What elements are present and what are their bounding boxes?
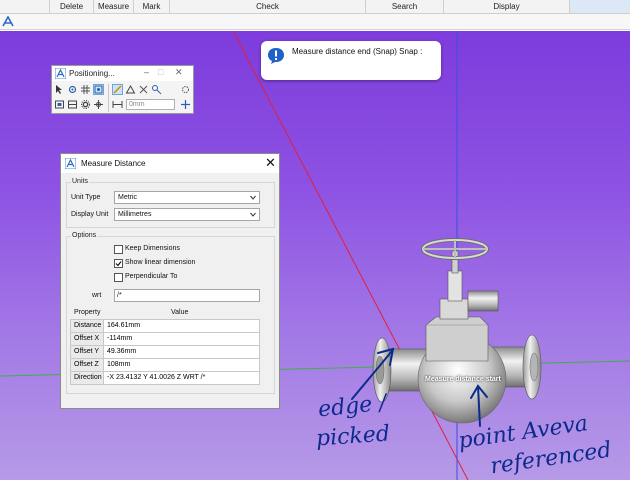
measure-start-label: Measure distance start bbox=[425, 376, 501, 383]
cell-property: Offset X bbox=[71, 333, 104, 345]
ribbon: Delete Measure Mark Check Search Display bbox=[0, 0, 630, 14]
snap-point-icon[interactable] bbox=[67, 84, 78, 95]
handwriting-picked: picked bbox=[315, 421, 391, 452]
checkmark-icon bbox=[115, 261, 122, 267]
positioning-titlebar[interactable]: Positioning... – □ ✕ bbox=[52, 66, 193, 81]
display-unit-select[interactable]: Millimetres bbox=[114, 208, 260, 221]
positioning-title: Positioning... bbox=[69, 69, 115, 78]
units-group-title: Units bbox=[71, 178, 89, 185]
cell-value: 108mm bbox=[107, 361, 131, 368]
minimize-icon[interactable]: – bbox=[144, 67, 149, 77]
measure-distance-titlebar[interactable]: Measure Distance ✕ bbox=[61, 154, 279, 173]
table-header: Property Value bbox=[70, 308, 260, 319]
intersect-snap-icon[interactable] bbox=[138, 84, 149, 95]
ribbon-group-mark[interactable]: Mark bbox=[134, 0, 170, 13]
ribbon-group-measure[interactable]: Measure bbox=[94, 0, 134, 13]
maximize-icon[interactable]: □ bbox=[158, 67, 163, 77]
cell-value: 164.61mm bbox=[107, 322, 141, 329]
table-row[interactable]: Direction -X 23.4132 Y 41.0026 Z WRT /* bbox=[70, 372, 260, 385]
dialog-title: Measure Distance bbox=[81, 159, 146, 168]
snap-mode-icon bbox=[94, 85, 103, 94]
cell-value: -X 23.4132 Y 41.0026 Z WRT /* bbox=[107, 374, 206, 381]
perpendicular-checkbox[interactable] bbox=[114, 273, 123, 282]
settings-snap-icon[interactable] bbox=[180, 84, 191, 95]
ribbon-group-search[interactable]: Search bbox=[366, 0, 444, 13]
options-group-title: Options bbox=[71, 232, 98, 239]
table-row[interactable]: Distance 164.61mm bbox=[70, 320, 260, 333]
cell-value: 49.36mm bbox=[107, 348, 137, 355]
positioning-toolbar: Positioning... – □ ✕ 0mm bbox=[51, 65, 194, 114]
toolbar-separator bbox=[108, 84, 109, 112]
snap-prompt-text: Measure distance end (Snap) Snap : bbox=[292, 47, 423, 56]
plane-icon[interactable] bbox=[54, 99, 65, 110]
grid-snap-icon[interactable] bbox=[80, 84, 91, 95]
quick-access-bar bbox=[0, 14, 630, 30]
header-value: Value bbox=[171, 309, 189, 316]
edge-snap-icon bbox=[113, 85, 122, 94]
pick-cursor-icon[interactable] bbox=[54, 84, 65, 95]
wrt-label: wrt bbox=[92, 292, 102, 299]
display-unit-value: Millimetres bbox=[118, 211, 152, 218]
table-row[interactable]: Offset X -114mm bbox=[70, 333, 260, 346]
gear-icon[interactable] bbox=[80, 99, 91, 110]
close-icon[interactable]: ✕ bbox=[175, 67, 183, 78]
app-logo-icon bbox=[55, 68, 66, 79]
unit-type-value: Metric bbox=[118, 194, 138, 201]
perpendicular-label: Perpendicular To bbox=[125, 273, 178, 280]
header-property: Property bbox=[74, 309, 101, 316]
element-snap-icon[interactable] bbox=[151, 84, 162, 95]
table-row[interactable]: Offset Y 49.36mm bbox=[70, 346, 260, 359]
app-logo-icon[interactable] bbox=[2, 16, 14, 27]
ribbon-group-display[interactable]: Display bbox=[444, 0, 570, 13]
triangle-snap-icon[interactable] bbox=[125, 84, 136, 95]
ribbon-group-delete[interactable] bbox=[0, 0, 50, 13]
ribbon-group-delete-label[interactable]: Delete bbox=[50, 0, 94, 13]
crosshair-icon[interactable] bbox=[93, 99, 104, 110]
ribbon-group-check[interactable]: Check bbox=[170, 0, 366, 13]
info-icon bbox=[268, 48, 284, 64]
chevron-down-icon bbox=[250, 195, 256, 200]
display-unit-label: Display Unit bbox=[71, 211, 109, 218]
cell-value: -114mm bbox=[107, 335, 133, 342]
chevron-down-icon bbox=[250, 212, 256, 217]
keep-dimensions-label: Keep Dimensions bbox=[125, 245, 180, 252]
frame-icon[interactable] bbox=[67, 99, 78, 110]
unit-type-select[interactable]: Metric bbox=[114, 191, 260, 204]
units-group bbox=[66, 182, 275, 228]
cell-property: Offset Y bbox=[71, 346, 104, 358]
edge-snap-button[interactable] bbox=[112, 84, 123, 95]
cell-property: Distance bbox=[71, 320, 104, 332]
snap-prompt: Measure distance end (Snap) Snap : bbox=[261, 41, 441, 80]
cell-property: Direction bbox=[71, 372, 104, 384]
ribbon-group-extra bbox=[570, 0, 630, 13]
unit-type-label: Unit Type bbox=[71, 194, 101, 201]
wrt-input[interactable]: /* bbox=[114, 289, 260, 302]
table-row[interactable]: Offset Z 108mm bbox=[70, 359, 260, 372]
show-linear-checkbox[interactable] bbox=[114, 259, 123, 268]
offset-distance-icon bbox=[112, 101, 123, 108]
app-logo-icon bbox=[65, 158, 76, 169]
keep-dimensions-checkbox[interactable] bbox=[114, 245, 123, 254]
cell-property: Offset Z bbox=[71, 359, 104, 371]
show-linear-label: Show linear dimension bbox=[125, 259, 196, 266]
offset-input[interactable]: 0mm bbox=[126, 99, 175, 110]
move-icon[interactable] bbox=[180, 99, 191, 110]
close-icon[interactable]: ✕ bbox=[265, 156, 276, 170]
snap-mode-button[interactable] bbox=[93, 84, 104, 95]
